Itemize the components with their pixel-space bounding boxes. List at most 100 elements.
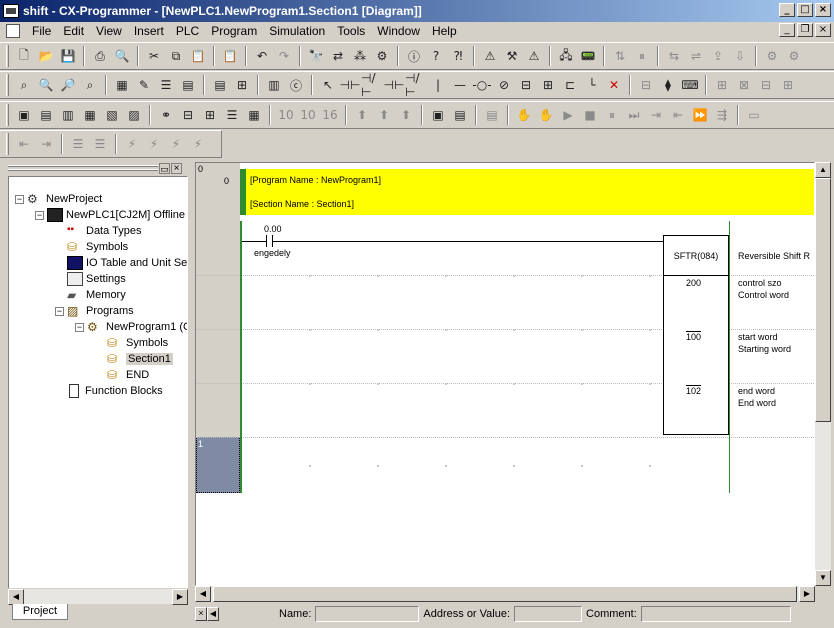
plc-mode2-icon[interactable]: ⬆ bbox=[373, 104, 395, 126]
tree-node-program1[interactable]: ⚙ NewProgram1 (C bbox=[87, 319, 187, 335]
menu-edit[interactable]: Edit bbox=[57, 24, 90, 38]
io-icon[interactable]: ⊟ bbox=[635, 74, 657, 96]
disabled-tool-icon[interactable]: ⊞ bbox=[711, 74, 733, 96]
collapse-icon[interactable]: − bbox=[75, 323, 84, 332]
output-window-icon[interactable]: ▤ bbox=[35, 104, 57, 126]
corner-icon[interactable]: └ bbox=[581, 74, 603, 96]
open-folder-icon[interactable]: 📂 bbox=[35, 45, 57, 67]
name-field[interactable] bbox=[315, 606, 420, 622]
collapse-icon[interactable]: − bbox=[15, 195, 24, 204]
redo-icon[interactable]: ↷ bbox=[273, 45, 295, 67]
display-16-icon[interactable]: 16 bbox=[319, 104, 341, 126]
pin-icon[interactable]: ▭ bbox=[159, 163, 170, 174]
tree-icon[interactable]: ⊞ bbox=[231, 74, 253, 96]
tree-node-data-types[interactable]: ▪▪ Data Types bbox=[67, 223, 141, 239]
menu-help[interactable]: Help bbox=[426, 24, 463, 38]
operand-value[interactable]: 100 bbox=[686, 332, 701, 342]
operand-value[interactable]: 102 bbox=[686, 386, 701, 396]
disabled-tool2-icon[interactable]: ⊠ bbox=[733, 74, 755, 96]
contact-nc-icon[interactable]: ⊣/⊢ bbox=[361, 71, 383, 99]
horizontal-line-icon[interactable]: — bbox=[449, 74, 471, 96]
coil-icon[interactable]: -○- bbox=[471, 74, 493, 96]
collapse-icon[interactable]: − bbox=[35, 211, 44, 220]
settings-window-icon[interactable]: ▨ bbox=[123, 104, 145, 126]
rung-comment[interactable]: [Program Name : NewProgram1] [Section Na… bbox=[240, 169, 814, 215]
mnemonic-view-icon[interactable]: ☰ bbox=[221, 104, 243, 126]
sim-scan-icon[interactable]: ⇶ bbox=[711, 104, 733, 126]
child-minimize-button[interactable]: _ bbox=[779, 23, 795, 37]
tree-node-memory[interactable]: ▰ Memory bbox=[67, 287, 126, 303]
sim-step-in-icon[interactable]: ⇥ bbox=[645, 104, 667, 126]
delete-icon[interactable]: ✕ bbox=[603, 74, 625, 96]
menu-tools[interactable]: Tools bbox=[331, 24, 371, 38]
new-file-icon[interactable]: 🗋 bbox=[13, 45, 35, 67]
tool2-icon[interactable]: ⚙ bbox=[783, 45, 805, 67]
contact-no[interactable] bbox=[272, 241, 663, 242]
info-icon[interactable]: ⓘ bbox=[403, 45, 425, 67]
print-icon[interactable]: ⎙ bbox=[89, 45, 111, 67]
online-icon[interactable]: 🖧 bbox=[555, 45, 577, 67]
simulator-icon[interactable]: ▣ bbox=[427, 104, 449, 126]
tab-project[interactable]: Project bbox=[12, 604, 68, 620]
diagram-horizontal-scrollbar[interactable]: ◀ ▶ bbox=[195, 586, 815, 602]
zoom-icon[interactable]: ⌕ bbox=[13, 74, 35, 96]
zoom-in-icon[interactable]: 🔍 bbox=[35, 74, 57, 96]
replace-icon[interactable]: ⇄ bbox=[327, 45, 349, 67]
address-reference-icon[interactable]: ⚙ bbox=[371, 45, 393, 67]
paste-icon[interactable]: 📋 bbox=[187, 45, 209, 67]
sim-step2-icon[interactable]: ✋ bbox=[535, 104, 557, 126]
cross-reference-icon[interactable]: ⁂ bbox=[349, 45, 371, 67]
scroll-left-icon[interactable]: ◀ bbox=[195, 586, 211, 602]
contact-ornc-icon[interactable]: ⊣/⊢ bbox=[405, 71, 427, 99]
child-close-button[interactable]: × bbox=[815, 23, 831, 37]
warning-icon[interactable]: ⚠ bbox=[479, 45, 501, 67]
ladder-view-icon[interactable]: ⊞ bbox=[199, 104, 221, 126]
scroll-down-icon[interactable]: ▼ bbox=[815, 570, 831, 586]
copy-icon[interactable]: ⧉ bbox=[165, 45, 187, 67]
sim-step-icon[interactable]: ✋ bbox=[513, 104, 535, 126]
diagram-vertical-scrollbar[interactable]: ▲ ▼ bbox=[815, 162, 831, 586]
scroll-right-icon[interactable]: ▶ bbox=[172, 589, 188, 605]
step-icon[interactable]: ⇅ bbox=[609, 45, 631, 67]
close-button[interactable]: × bbox=[815, 3, 831, 17]
tree-node-end[interactable]: ⛁ END bbox=[107, 367, 149, 383]
properties-window-icon[interactable]: ▧ bbox=[101, 104, 123, 126]
branch-icon[interactable]: ⊏ bbox=[559, 74, 581, 96]
outdent-icon[interactable]: ⇥ bbox=[35, 133, 57, 155]
tool-icon[interactable]: ⚙ bbox=[761, 45, 783, 67]
disabled-tool3-icon[interactable]: ⊟ bbox=[755, 74, 777, 96]
menu-view[interactable]: View bbox=[90, 24, 128, 38]
function-block-icon[interactable]: ⊞ bbox=[537, 74, 559, 96]
tree-node-project[interactable]: ⚙ NewProject bbox=[27, 191, 102, 207]
ci-icon[interactable]: ⓒ bbox=[285, 74, 307, 96]
tree-node-function-blocks[interactable]: Function Blocks bbox=[67, 383, 163, 399]
force-off-icon[interactable]: ⚡ bbox=[143, 133, 165, 155]
sim-continue-icon[interactable]: ⏩ bbox=[689, 104, 711, 126]
plc-mode3-icon[interactable]: ⬆ bbox=[395, 104, 417, 126]
menu-plc[interactable]: PLC bbox=[170, 24, 205, 38]
indent-icon[interactable]: ⇤ bbox=[13, 133, 35, 155]
memory-view-icon[interactable]: ▥ bbox=[263, 74, 285, 96]
error-check-icon[interactable]: ⚠ bbox=[523, 45, 545, 67]
local-symbols-icon[interactable]: ▦ bbox=[243, 104, 265, 126]
sim-step-out-icon[interactable]: ⇤ bbox=[667, 104, 689, 126]
sim-pause-icon[interactable]: ⏸ bbox=[601, 104, 623, 126]
tree-node-symbols[interactable]: ⛁ Symbols bbox=[67, 239, 128, 255]
save-icon[interactable]: 💾 bbox=[57, 45, 79, 67]
tree-node-io-table[interactable]: IO Table and Unit Se bbox=[67, 255, 187, 271]
address-window-icon[interactable]: ▦ bbox=[79, 104, 101, 126]
ladder-diagram[interactable]: 0 0 1 [Program Name : NewProgram1] [Sect… bbox=[195, 162, 815, 586]
watch-window-icon[interactable]: ▥ bbox=[57, 104, 79, 126]
monitor-icon[interactable]: 📟 bbox=[577, 45, 599, 67]
address-field[interactable] bbox=[514, 606, 583, 622]
force-cancel-icon[interactable]: ⚡ bbox=[165, 133, 187, 155]
list-align2-icon[interactable]: ☰ bbox=[89, 133, 111, 155]
context-help-icon[interactable]: ⁈ bbox=[447, 45, 469, 67]
coil-nc-icon[interactable]: ⊘ bbox=[493, 74, 515, 96]
keyboard-icon[interactable]: ⌨ bbox=[679, 74, 701, 96]
select-pointer-icon[interactable]: ↖ bbox=[317, 74, 339, 96]
comment-icon[interactable]: ✎ bbox=[133, 74, 155, 96]
scroll-left-icon[interactable]: ◀ bbox=[207, 607, 219, 621]
pause-icon[interactable]: ⏸ bbox=[631, 45, 653, 67]
tree-node-settings[interactable]: Settings bbox=[67, 271, 126, 287]
